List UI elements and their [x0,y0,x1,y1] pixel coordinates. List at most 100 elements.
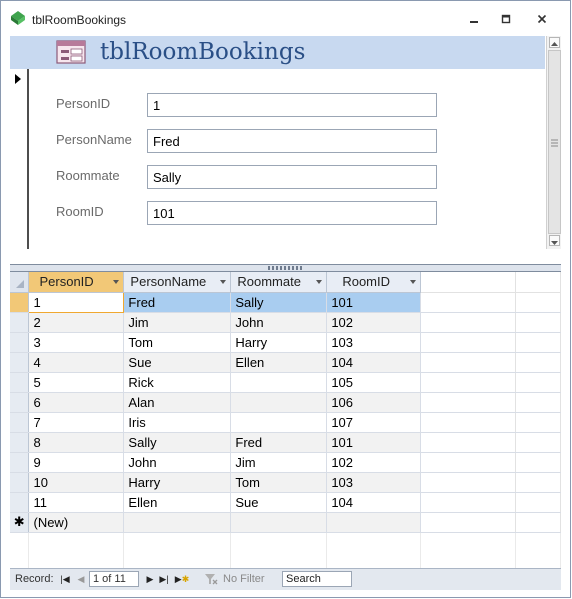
splitter-grip[interactable] [268,266,304,270]
table-cell[interactable]: Fred [123,292,232,313]
table-cell[interactable]: Sue [123,352,232,373]
first-record-icon[interactable]: |◀ [59,572,71,586]
next-record-icon[interactable]: ▶ [144,572,156,586]
last-record-icon[interactable]: ▶| [158,572,170,586]
table-cell[interactable]: 102 [326,452,422,473]
record-position-field[interactable]: 1 of 11 [89,571,139,587]
minimize-icon[interactable] [463,12,485,26]
row-selector[interactable] [10,412,30,433]
table-cell[interactable]: 101 [326,432,422,453]
table-row[interactable]: 7 Iris 107 [10,412,561,433]
table-cell[interactable]: 6 [28,392,125,413]
table-cell[interactable]: John [123,452,232,473]
table-cell[interactable]: Sue [230,492,328,513]
table-cell[interactable]: 106 [326,392,422,413]
scroll-down-icon[interactable] [549,235,560,246]
table-cell[interactable]: 102 [326,312,422,333]
column-header-roomid[interactable]: RoomID [326,272,422,293]
table-cell[interactable]: 11 [28,492,125,513]
table-cell[interactable]: Sally [123,432,232,453]
scroll-up-icon[interactable] [549,37,560,48]
row-selector[interactable] [10,332,30,353]
table-cell[interactable]: Rick [123,372,232,393]
table-cell[interactable]: John [230,312,328,333]
table-cell[interactable] [230,392,328,413]
table-cell[interactable]: 1 [28,291,125,313]
table-cell[interactable]: 104 [326,492,422,513]
table-cell[interactable]: Harry [230,332,328,353]
row-selector[interactable] [10,472,30,493]
table-cell[interactable]: 101 [326,292,422,313]
table-cell[interactable]: Ellen [123,492,232,513]
table-cell[interactable]: 104 [326,352,422,373]
table-row[interactable]: 2 Jim John 102 [10,312,561,333]
table-row[interactable]: 4 Sue Ellen 104 [10,352,561,373]
table-cell[interactable]: Jim [230,452,328,473]
personid-field[interactable]: 1 [147,93,437,117]
scroll-thumb[interactable] [548,50,561,234]
table-cell[interactable]: Alan [123,392,232,413]
personname-field[interactable]: Fred [147,129,437,153]
table-cell[interactable]: 107 [326,412,422,433]
table-cell[interactable]: 4 [28,352,125,373]
previous-record-icon[interactable]: ◀ [75,572,87,586]
column-header-personid[interactable]: PersonID [28,272,125,293]
table-cell[interactable]: 103 [326,332,422,353]
table-cell[interactable]: 3 [28,332,125,353]
table-row[interactable]: 3 Tom Harry 103 [10,332,561,353]
close-icon[interactable] [531,12,553,26]
table-row[interactable]: 8 Sally Fred 101 [10,432,561,453]
table-cell[interactable]: 8 [28,432,125,453]
row-selector[interactable] [10,492,30,513]
roommate-field[interactable]: Sally [147,165,437,189]
row-selector[interactable] [10,372,30,393]
table-cell[interactable]: 7 [28,412,125,433]
table-cell[interactable]: Tom [230,472,328,493]
table-cell[interactable]: 5 [28,372,125,393]
table-cell[interactable]: Iris [123,412,232,433]
table-row[interactable]: 11 Ellen Sue 104 [10,492,561,513]
new-record-row[interactable]: ✱ (New) [10,512,561,533]
row-selector[interactable] [10,452,30,473]
new-record-icon[interactable]: ▶✱ [174,572,190,586]
chevron-down-icon[interactable] [410,280,417,284]
restore-icon[interactable] [495,12,517,26]
table-cell[interactable]: 10 [28,472,125,493]
split-form-splitter[interactable] [10,264,561,272]
no-filter-button[interactable]: No Filter [223,573,265,585]
roomid-field[interactable]: 101 [147,201,437,225]
table-cell[interactable]: 2 [28,312,125,333]
table-row[interactable]: 1 Fred Sally 101 [10,291,561,313]
column-header-roommate[interactable]: Roommate [230,272,328,293]
row-selector[interactable] [10,292,30,313]
table-cell[interactable]: 9 [28,452,125,473]
table-cell[interactable]: Harry [123,472,232,493]
form-vertical-scrollbar[interactable] [546,36,561,249]
record-selector[interactable] [10,69,29,249]
table-row[interactable]: 6 Alan 106 [10,392,561,413]
search-input[interactable]: Search [282,571,352,587]
table-row[interactable]: 10 Harry Tom 103 [10,472,561,493]
table-cell[interactable] [230,412,328,433]
row-selector[interactable] [10,432,30,453]
row-selector[interactable] [10,352,30,373]
chevron-down-icon[interactable] [220,280,227,284]
new-record-label[interactable]: (New) [28,512,125,533]
table-cell[interactable]: Ellen [230,352,328,373]
chevron-down-icon[interactable] [316,280,323,284]
table-cell[interactable]: 105 [326,372,422,393]
new-record-marker[interactable]: ✱ [10,512,30,533]
table-cell[interactable]: Tom [123,332,232,353]
select-all-corner[interactable] [10,272,30,293]
table-row[interactable]: 9 John Jim 102 [10,452,561,473]
table-cell[interactable]: Sally [230,292,328,313]
chevron-down-icon[interactable] [113,280,120,284]
row-selector[interactable] [10,392,30,413]
table-cell[interactable]: 103 [326,472,422,493]
table-cell[interactable]: Jim [123,312,232,333]
column-header-personname[interactable]: PersonName [123,272,232,293]
table-cell[interactable] [230,372,328,393]
table-row[interactable]: 5 Rick 105 [10,372,561,393]
row-selector[interactable] [10,312,30,333]
table-cell[interactable]: Fred [230,432,328,453]
